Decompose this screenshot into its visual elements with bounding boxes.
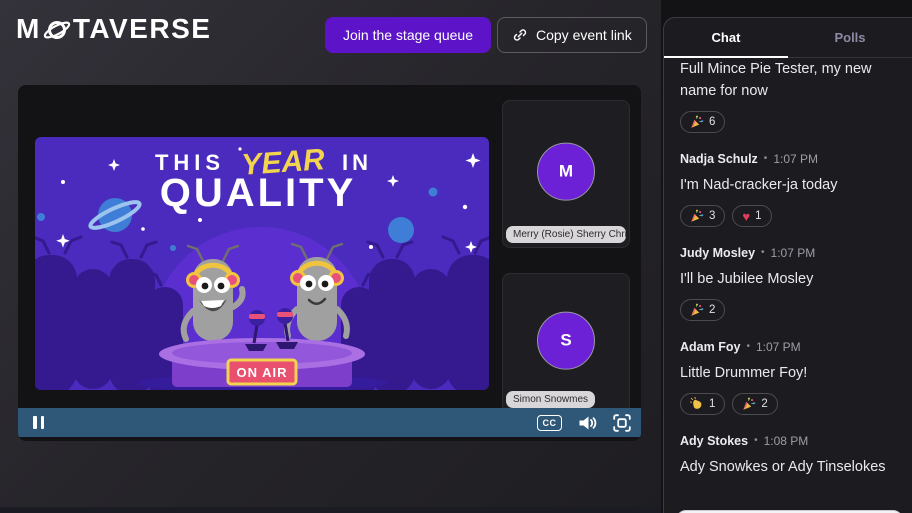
dot-separator: •	[764, 151, 768, 167]
pause-button[interactable]	[33, 416, 44, 429]
party-popper-icon	[690, 303, 704, 317]
bottom-strip	[0, 507, 661, 513]
reaction-row: 12	[680, 393, 896, 415]
logo-text-pre: M	[16, 13, 41, 45]
on-air-badge: ON AIR	[228, 360, 296, 384]
participant-name-label: Simon Snowmes	[506, 391, 595, 408]
chat-card: Chat Polls Full Mince Pie Tester, my new…	[663, 17, 912, 513]
message-header: Nadja Schulz • 1:07 PM	[680, 151, 896, 167]
party-popper-icon	[690, 209, 704, 223]
reaction-pill[interactable]: 2	[680, 299, 725, 321]
clap-icon	[690, 397, 704, 411]
dot-separator: •	[754, 433, 758, 449]
reaction-count: 6	[709, 116, 715, 128]
reaction-pill[interactable]: 6	[680, 111, 725, 133]
reaction-row: 2	[680, 299, 896, 321]
reaction-pill[interactable]: 2	[732, 393, 777, 415]
message-author: Nadja Schulz	[680, 151, 758, 167]
chat-message: Full Mince Pie Tester, my new name for n…	[680, 58, 896, 133]
message-timestamp: 1:07 PM	[756, 339, 801, 355]
avatar: M	[537, 143, 595, 201]
message-timestamp: 1:07 PM	[771, 245, 816, 261]
panel-tabs: Chat Polls	[664, 18, 912, 58]
video-control-bar: CC	[18, 408, 641, 437]
copy-event-link-button[interactable]: Copy event link	[497, 17, 647, 53]
message-text: I'm Nad-cracker-ja today	[680, 174, 896, 196]
header: M TAVERSE Join the stage queue Copy even…	[0, 0, 661, 70]
video-player: THIS YEAR IN QUALITY	[18, 85, 641, 441]
chat-message: Nadja Schulz • 1:07 PM I'm Nad-cracker-ja t…	[680, 151, 896, 227]
message-author: Judy Mosley	[680, 245, 755, 261]
message-author: Ady Stokes	[680, 433, 748, 449]
link-icon	[512, 27, 528, 43]
message-header: Adam Foy • 1:07 PM	[680, 339, 896, 355]
message-text: Full Mince Pie Tester, my new name for n…	[680, 58, 896, 102]
message-text: Ady Snowkes or Ady Tinselokes	[680, 456, 896, 478]
tab-chat[interactable]: Chat	[664, 18, 788, 57]
reaction-count: 3	[709, 210, 715, 222]
message-text: I'll be Jubilee Mosley	[680, 268, 896, 290]
message-text: Little Drummer Foy!	[680, 362, 896, 384]
main-stage-video[interactable]: THIS YEAR IN QUALITY	[35, 137, 489, 390]
copy-button-label: Copy event link	[536, 27, 632, 43]
planet-icon	[42, 14, 72, 44]
participant-name-label: Merry (Rosie) Sherry Chri...	[506, 226, 626, 243]
reaction-count: 1	[755, 210, 761, 222]
message-header: Judy Mosley • 1:07 PM	[680, 245, 896, 261]
motaverse-logo: M TAVERSE	[16, 13, 211, 45]
message-header: Ady Stokes • 1:08 PM	[680, 433, 896, 449]
reaction-count: 1	[709, 398, 715, 410]
on-air-label: ON AIR	[236, 365, 287, 380]
side-panel: Chat Polls Full Mince Pie Tester, my new…	[661, 0, 912, 513]
chat-message: Judy Mosley • 1:07 PM I'll be Jubilee Mosle…	[680, 245, 896, 321]
reaction-pill[interactable]: 3	[680, 205, 725, 227]
reaction-count: 2	[709, 304, 715, 316]
participant-tile[interactable]: M Merry (Rosie) Sherry Chri...	[502, 100, 630, 248]
volume-icon[interactable]	[578, 415, 597, 431]
chat-message: Adam Foy•1:07 PMLittle Drummer Foy!12	[680, 339, 896, 415]
chat-message-list[interactable]: Full Mince Pie Tester, my new name for n…	[664, 58, 912, 513]
party-popper-icon	[742, 397, 756, 411]
reaction-pill[interactable]: ♥1	[732, 205, 771, 227]
message-timestamp: 1:08 PM	[764, 433, 809, 449]
party-popper-icon	[690, 115, 704, 129]
dot-separator: •	[746, 339, 750, 355]
message-author: Adam Foy	[680, 339, 740, 355]
dot-separator: •	[761, 245, 765, 261]
chat-message: Ady Stokes • 1:08 PM Ady Snowkes or Ady Tin…	[680, 433, 896, 478]
reaction-row: 6	[680, 111, 896, 133]
closed-captions-button[interactable]: CC	[537, 415, 562, 431]
tab-polls[interactable]: Polls	[788, 18, 912, 57]
reaction-count: 2	[761, 398, 767, 410]
message-timestamp: 1:07 PM	[773, 151, 818, 167]
participant-tile[interactable]: S Simon Snowmes	[502, 273, 630, 413]
reaction-row: 3♥1	[680, 205, 896, 227]
reaction-pill[interactable]: 1	[680, 393, 725, 415]
video-title-main: QUALITY	[160, 171, 357, 215]
logo-text-post: TAVERSE	[73, 13, 212, 45]
fullscreen-icon[interactable]	[613, 414, 631, 432]
avatar: S	[537, 312, 595, 370]
join-stage-queue-button[interactable]: Join the stage queue	[325, 17, 491, 53]
heart-icon: ♥	[742, 210, 750, 223]
